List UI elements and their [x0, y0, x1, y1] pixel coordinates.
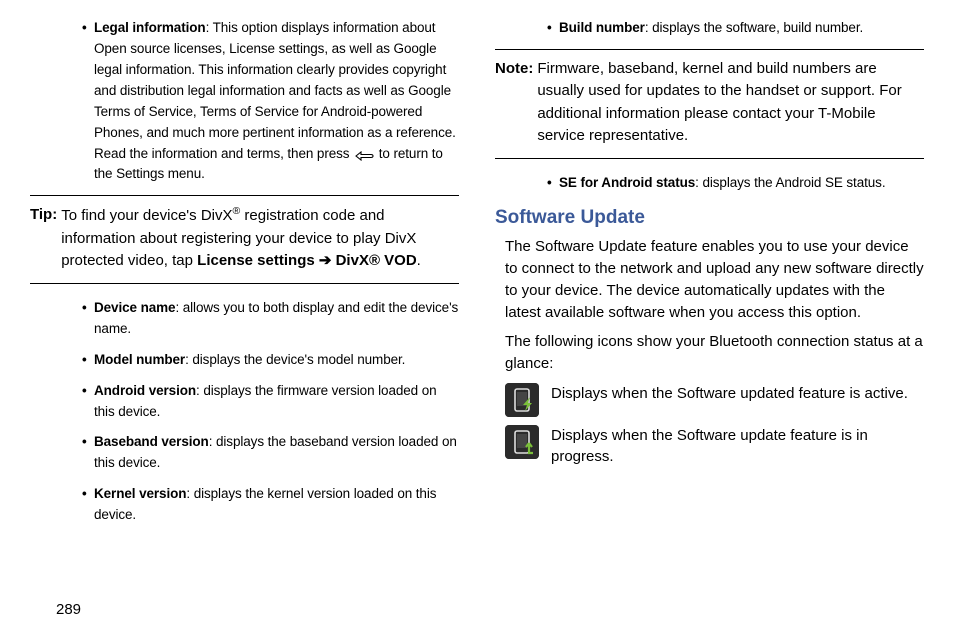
- label-se-android: SE for Android status: [559, 175, 695, 190]
- item-build-number: Build number: displays the software, bui…: [559, 18, 924, 39]
- software-update-progress-icon: [505, 425, 539, 459]
- label-model-number: Model number: [94, 352, 185, 367]
- label-kernel-version: Kernel version: [94, 486, 186, 501]
- tip-body-3: License settings ➔ DivX® VOD: [197, 252, 417, 269]
- left-column: Legal information: This option displays …: [30, 18, 459, 536]
- item-baseband-version: Baseband version: displays the baseband …: [94, 432, 459, 474]
- note-block: Note: Firmware, baseband, kernel and bui…: [495, 49, 924, 159]
- right-column: Build number: displays the software, bui…: [495, 18, 924, 536]
- para-software-update-2: The following icons show your Bluetooth …: [495, 331, 924, 375]
- label-legal: Legal information: [94, 20, 206, 35]
- text-se-android: : displays the Android SE status.: [695, 175, 885, 190]
- item-se-android: SE for Android status: displays the Andr…: [559, 173, 924, 194]
- tip-body-4: .: [417, 252, 421, 269]
- bullet-list-bottom: Device name: allows you to both display …: [30, 298, 459, 526]
- text-legal-2a: Read the information and terms, then pre…: [94, 146, 353, 161]
- icon-text-progress: Displays when the Software update featur…: [551, 425, 924, 467]
- item-model-number: Model number: displays the device's mode…: [94, 350, 459, 371]
- icon-text-active: Displays when the Software updated featu…: [551, 383, 908, 404]
- text-build-number: : displays the software, build number.: [645, 20, 863, 35]
- item-kernel-version: Kernel version: displays the kernel vers…: [94, 484, 459, 526]
- item-device-name: Device name: allows you to both display …: [94, 298, 459, 340]
- tip-body: To find your device's DivX® registration…: [61, 204, 459, 273]
- bullet-list-se: SE for Android status: displays the Andr…: [495, 173, 924, 194]
- tip-label: Tip:: [30, 204, 61, 273]
- software-update-active-icon: [505, 383, 539, 417]
- note-label: Note:: [495, 58, 537, 148]
- label-device-name: Device name: [94, 300, 175, 315]
- heading-software-update: Software Update: [495, 204, 924, 233]
- bullet-list-build: Build number: displays the software, bui…: [495, 18, 924, 39]
- label-build-number: Build number: [559, 20, 645, 35]
- icon-row-progress: Displays when the Software update featur…: [495, 425, 924, 467]
- item-legal-information: Legal information: This option displays …: [94, 18, 459, 185]
- tip-block: Tip: To find your device's DivX® registr…: [30, 195, 459, 284]
- icon-row-active: Displays when the Software updated featu…: [495, 383, 924, 417]
- note-body: Firmware, baseband, kernel and build num…: [537, 58, 924, 148]
- text-model-number: : displays the device's model number.: [185, 352, 405, 367]
- label-baseband-version: Baseband version: [94, 434, 209, 449]
- page-number: 289: [56, 601, 81, 618]
- back-icon: [353, 148, 375, 160]
- tip-body-1: To find your device's DivX: [61, 207, 232, 224]
- item-android-version: Android version: displays the firmware v…: [94, 381, 459, 423]
- label-android-version: Android version: [94, 383, 196, 398]
- text-legal-1: : This option displays information about…: [94, 20, 456, 140]
- content-columns: Legal information: This option displays …: [30, 18, 924, 536]
- para-software-update-1: The Software Update feature enables you …: [495, 236, 924, 323]
- bullet-list-top: Legal information: This option displays …: [30, 18, 459, 185]
